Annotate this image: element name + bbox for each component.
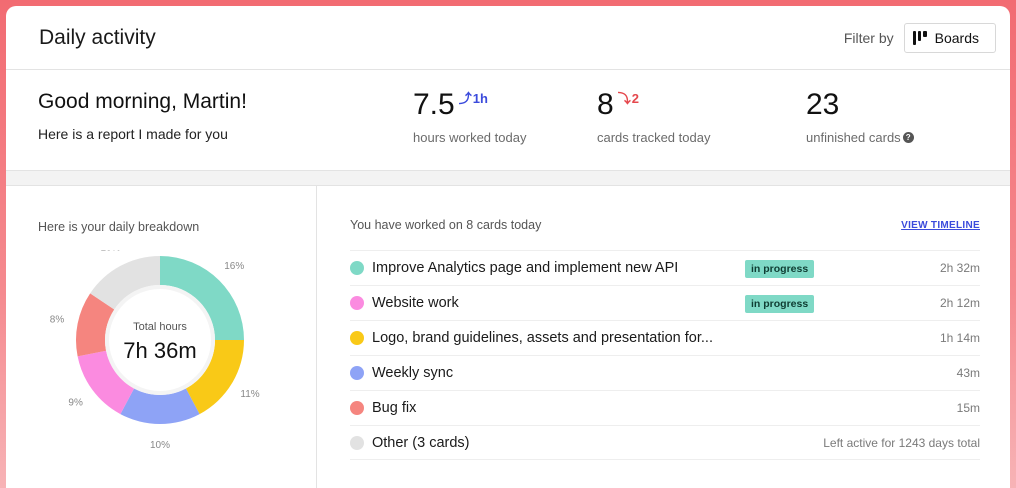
arrow-down-icon: ⤵ xyxy=(617,91,631,106)
status-badge: in progress xyxy=(745,260,815,278)
top-bar: Daily activity Filter by Boards xyxy=(6,6,1010,70)
donut-center-value: 7h 36m xyxy=(123,338,196,363)
card-title: Improve Analytics page and implement new… xyxy=(372,260,679,276)
card-color-dot xyxy=(350,331,364,345)
card-color-dot xyxy=(350,261,364,275)
card-title: Weekly sync xyxy=(372,365,454,381)
card-time: 15m xyxy=(956,401,980,415)
card-time: Left active for 1243 days total xyxy=(823,435,980,450)
page-title: Daily activity xyxy=(39,25,156,49)
card-list: Improve Analytics page and implement new… xyxy=(350,250,980,460)
donut-slice-label: 9% xyxy=(68,398,83,409)
view-timeline-link[interactable]: VIEW TIMELINE xyxy=(901,220,980,231)
app-window: Daily activity Filter by Boards Good mor… xyxy=(6,6,1010,488)
stat-cards-delta: ⤵ 2 xyxy=(618,92,639,105)
card-row[interactable]: Logo, brand guidelines, assets and prese… xyxy=(350,320,980,355)
donut-chart: 16% 11% 10% 9% 8% 10% Total hours 7h 36m xyxy=(50,250,260,450)
stat-hours-delta: ⤴ 1h xyxy=(459,92,488,105)
stat-cards-label: cards tracked today xyxy=(597,130,711,145)
stat-cards-value: 8 xyxy=(597,88,614,121)
card-color-dot xyxy=(350,366,364,380)
donut-slice-label: 10% xyxy=(100,250,120,253)
status-badge: in progress xyxy=(745,295,815,313)
stat-unfinished: 23 unfinished cards ? xyxy=(806,86,914,145)
card-time: 2h 32m xyxy=(939,261,980,275)
stat-unfinished-label-row: unfinished cards ? xyxy=(806,130,914,145)
boards-icon xyxy=(912,30,927,45)
cards-subtitle: You have worked on 8 cards today xyxy=(350,218,542,232)
stat-hours-label: hours worked today xyxy=(413,130,527,145)
donut-slice-label: 10% xyxy=(150,440,170,450)
arrow-up-icon: ⤴ xyxy=(458,91,472,106)
donut-slice-label: 8% xyxy=(50,315,65,326)
card-time: 1h 14m xyxy=(939,331,980,345)
boards-filter-button[interactable]: Boards xyxy=(903,22,996,53)
card-row[interactable]: Weekly sync 43m xyxy=(350,355,980,390)
card-color-dot xyxy=(350,435,364,450)
boards-filter-label: Boards xyxy=(934,29,979,46)
greeting-subtitle: Here is a report I made for you xyxy=(38,126,228,142)
breakdown-panel: Here is your daily breakdown 16% 11% 10% 9%… xyxy=(6,186,317,488)
stat-hours-delta-value: 1h xyxy=(472,91,488,106)
card-title: Bug fix xyxy=(372,400,417,416)
stat-hours-value: 7.5 xyxy=(413,88,455,121)
cards-header: You have worked on 8 cards today VIEW TI… xyxy=(350,218,980,232)
donut-slice-label: 16% xyxy=(224,261,244,272)
cards-panel: You have worked on 8 cards today VIEW TI… xyxy=(317,186,1010,488)
section-divider xyxy=(6,171,1010,186)
stat-unfinished-value: 23 xyxy=(806,88,840,121)
greeting: Good morning, Martin! Here is a report I… xyxy=(38,90,247,142)
card-color-dot xyxy=(350,296,364,310)
donut-slice-label: 11% xyxy=(240,389,259,400)
card-color-dot xyxy=(350,401,364,415)
lower-section: Here is your daily breakdown 16% 11% 10% 9%… xyxy=(6,186,1010,488)
card-time: 43m xyxy=(956,366,980,380)
card-title: Other (3 cards) xyxy=(372,434,470,451)
help-icon[interactable]: ? xyxy=(902,132,914,143)
stat-cards: 8 ⤵ 2 cards tracked today xyxy=(597,86,711,146)
card-time: 2h 12m xyxy=(939,296,980,310)
stat-cards-delta-value: 2 xyxy=(631,91,639,106)
card-row[interactable]: Improve Analytics page and implement new… xyxy=(350,250,980,285)
greeting-title: Good morning, Martin! xyxy=(38,90,247,113)
breakdown-title: Here is your daily breakdown xyxy=(38,220,200,234)
filter-group: Filter by Boards xyxy=(843,22,996,53)
stat-hours: 7.5 ⤴ 1h hours worked today xyxy=(413,86,527,146)
donut-center-label: Total hours xyxy=(133,321,187,333)
card-row[interactable]: Website work in progress 2h 12m xyxy=(350,285,980,320)
card-row[interactable]: Bug fix 15m xyxy=(350,390,980,425)
card-row[interactable]: Other (3 cards) Left active for 1243 days… xyxy=(350,425,980,460)
stat-unfinished-label: unfinished cards xyxy=(806,130,901,145)
card-title: Website work xyxy=(372,295,459,311)
card-title: Logo, brand guidelines, assets and prese… xyxy=(372,330,713,346)
summary-section: Good morning, Martin! Here is a report I… xyxy=(6,70,1010,171)
filter-label: Filter by xyxy=(843,29,894,46)
